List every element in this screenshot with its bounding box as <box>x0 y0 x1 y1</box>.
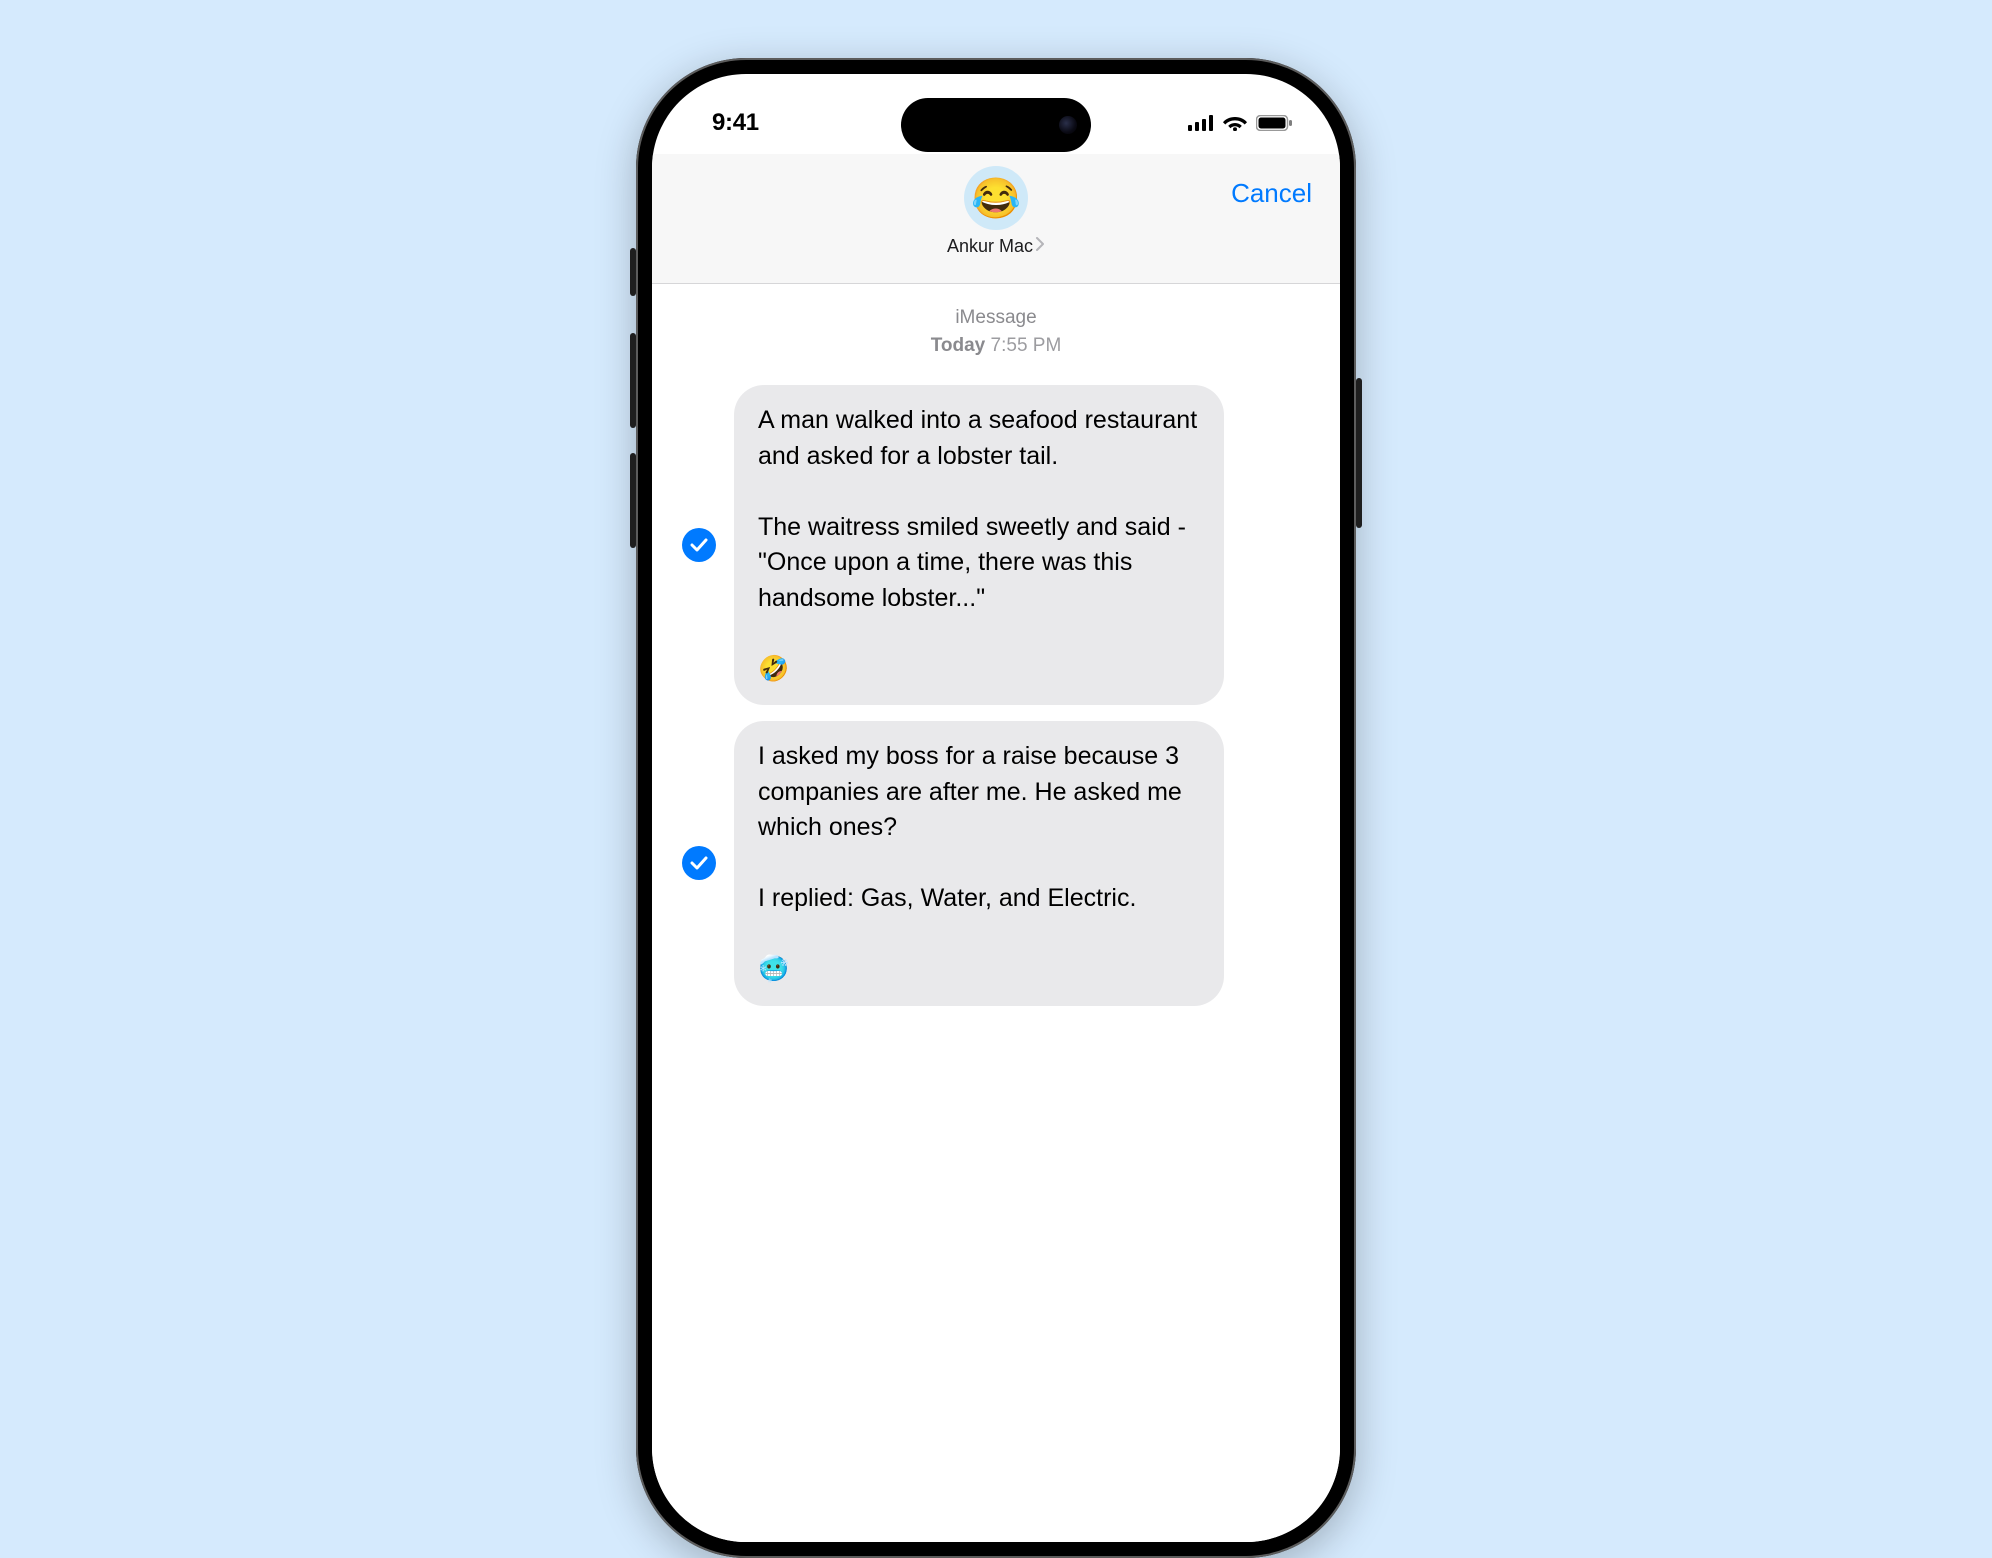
contact-avatar: 😂 <box>964 166 1028 230</box>
chevron-right-icon <box>1035 237 1045 256</box>
service-label: iMessage <box>676 304 1316 332</box>
nav-header: 😂 Ankur Mac Cancel <box>652 154 1340 284</box>
message-thread[interactable]: iMessage Today 7:55 PM A man walked into… <box>652 284 1340 1542</box>
status-time: 9:41 <box>712 109 759 137</box>
thread-meta: iMessage Today 7:55 PM <box>676 304 1316 359</box>
time-label: 7:55 PM <box>991 335 1062 356</box>
volume-down-button <box>630 453 636 548</box>
power-button <box>1356 378 1362 528</box>
message-row[interactable]: A man walked into a seafood restaurant a… <box>676 385 1316 705</box>
selection-checkmark[interactable] <box>682 528 716 562</box>
check-icon <box>690 538 708 552</box>
battery-icon <box>1256 115 1292 131</box>
mute-switch <box>630 248 636 296</box>
stage: 9:41 <box>0 0 1992 1120</box>
message-bubble[interactable]: A man walked into a seafood restaurant a… <box>734 385 1224 705</box>
message-bubble[interactable]: I asked my boss for a raise because 3 co… <box>734 721 1224 1006</box>
selection-checkmark[interactable] <box>682 846 716 880</box>
volume-up-button <box>630 333 636 428</box>
phone-frame: 9:41 <box>636 58 1356 1558</box>
front-camera <box>1059 116 1077 134</box>
message-row[interactable]: I asked my boss for a raise because 3 co… <box>676 721 1316 1006</box>
day-label: Today <box>931 335 986 356</box>
cancel-button[interactable]: Cancel <box>1231 178 1312 209</box>
contact-name: Ankur Mac <box>947 236 1033 257</box>
check-icon <box>690 856 708 870</box>
contact-button[interactable]: 😂 Ankur Mac <box>947 166 1045 257</box>
status-right <box>1188 115 1292 131</box>
avatar-emoji: 😂 <box>971 175 1021 222</box>
wifi-icon <box>1223 115 1247 131</box>
cellular-icon <box>1188 115 1214 131</box>
screen: 9:41 <box>652 74 1340 1542</box>
dynamic-island <box>901 98 1091 152</box>
